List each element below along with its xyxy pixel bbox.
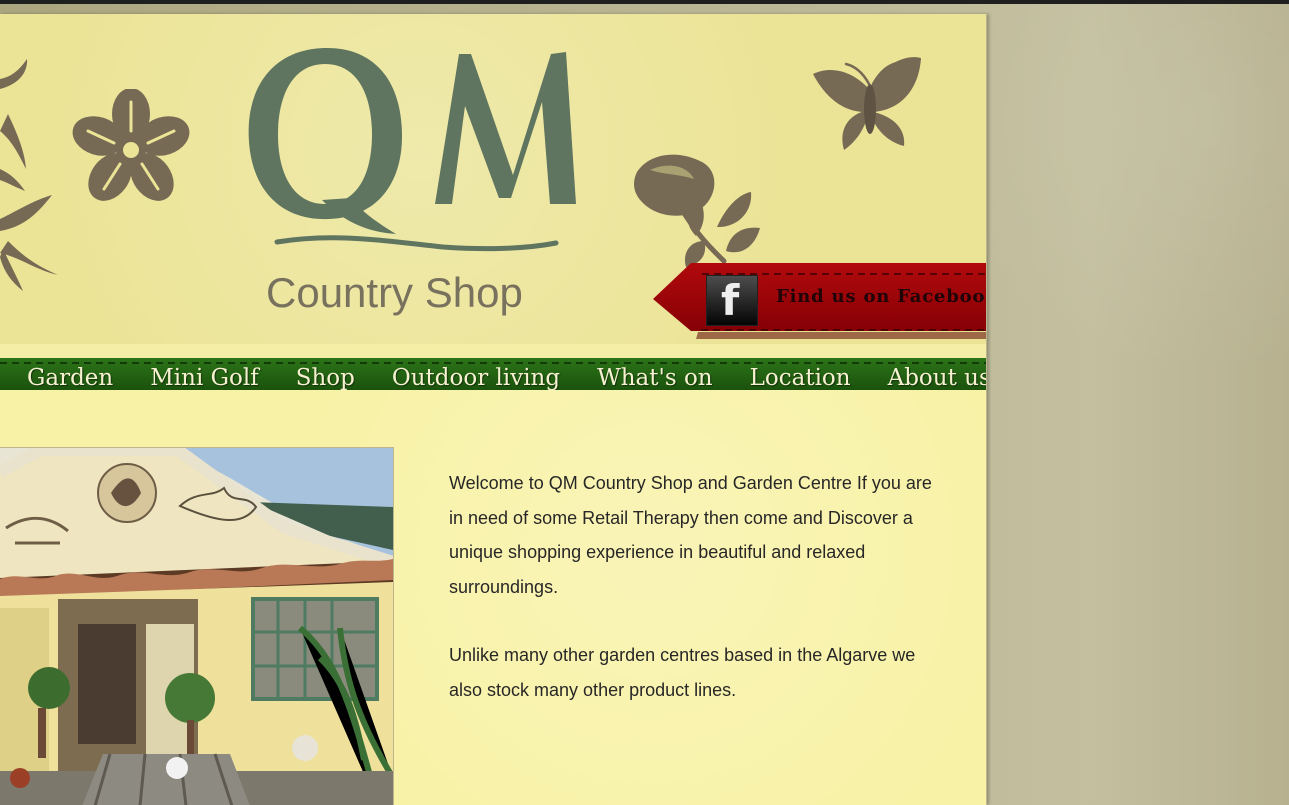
facebook-link-ribbon[interactable]: f Find us on Facebook! xyxy=(653,208,986,348)
welcome-text: Welcome to QM Country Shop and Garden Ce… xyxy=(449,466,934,741)
leaf-icon xyxy=(0,59,58,291)
nav-link-mini-golf[interactable]: Mini Golf xyxy=(150,365,258,391)
site-header: QM Country Shop f Find us on Facebook! xyxy=(0,14,986,344)
browser-top-border xyxy=(0,0,1289,4)
main-content: Welcome to QM Country Shop and Garden Ce… xyxy=(0,390,986,805)
facebook-f-glyph: f xyxy=(721,276,740,325)
welcome-paragraph: Welcome to QM Country Shop and Garden Ce… xyxy=(449,473,932,597)
facebook-link-label[interactable]: Find us on Facebook! xyxy=(776,286,986,307)
flower-icon xyxy=(72,89,190,201)
facebook-icon[interactable]: f xyxy=(706,275,758,326)
site-subtitle: Country Shop xyxy=(266,269,523,316)
country-shop-photo xyxy=(0,447,394,805)
logo-text: QM xyxy=(245,24,247,25)
nav-link-garden[interactable]: Garden xyxy=(27,365,113,391)
product-lines-paragraph: Unlike many other garden centres based i… xyxy=(449,645,916,700)
website-page: QM Country Shop f Find us on Facebook! G… xyxy=(0,14,987,805)
nav-link-location[interactable]: Location xyxy=(750,365,851,391)
nav-link-shop[interactable]: Shop xyxy=(296,365,355,391)
butterfly-icon xyxy=(813,57,921,150)
qm-logo: QM xyxy=(245,24,576,252)
facebook-ribbon-shape xyxy=(653,263,986,339)
nav-link-about-us[interactable]: About us xyxy=(888,365,986,391)
country-shop-photo-illustration xyxy=(0,448,393,805)
nav-link-whats-on[interactable]: What's on xyxy=(597,365,713,391)
nav-link-outdoor-living[interactable]: Outdoor living xyxy=(392,365,560,391)
